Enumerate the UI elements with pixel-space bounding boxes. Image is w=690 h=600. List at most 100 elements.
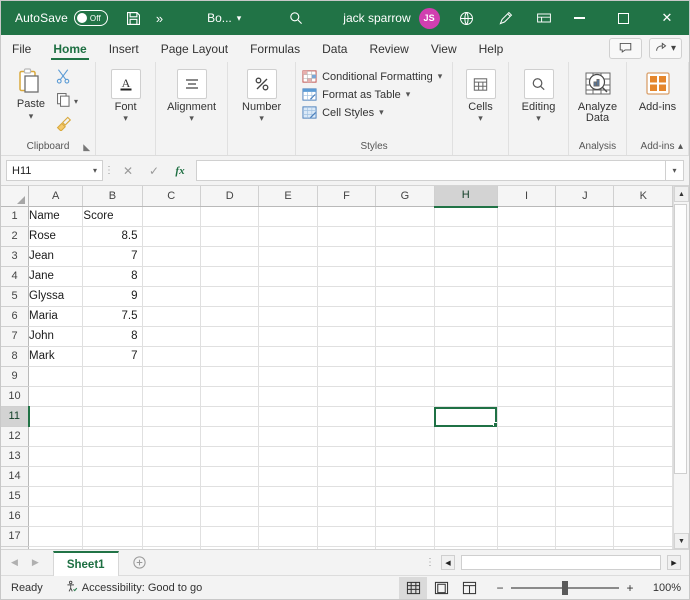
cell-J15[interactable] — [556, 487, 614, 507]
tab-page-layout[interactable]: Page Layout — [150, 35, 239, 62]
cell-G3[interactable] — [376, 247, 434, 267]
column-header-G[interactable]: G — [376, 186, 434, 207]
close-icon[interactable]: ✕ — [645, 1, 689, 35]
column-header-F[interactable]: F — [317, 186, 375, 207]
cell-C10[interactable] — [142, 387, 200, 407]
cell-H15[interactable] — [434, 487, 497, 507]
tab-formulas[interactable]: Formulas — [239, 35, 311, 62]
column-header-J[interactable]: J — [556, 186, 614, 207]
tab-insert[interactable]: Insert — [98, 35, 150, 62]
cell-I11[interactable] — [497, 407, 555, 427]
cell-F9[interactable] — [317, 367, 375, 387]
cell-D13[interactable] — [200, 447, 258, 467]
cell-G5[interactable] — [376, 287, 434, 307]
cell-F13[interactable] — [317, 447, 375, 467]
comments-button[interactable] — [609, 38, 642, 59]
cell-J10[interactable] — [556, 387, 614, 407]
vertical-scroll-thumb[interactable] — [674, 204, 687, 474]
cell-J8[interactable] — [556, 347, 614, 367]
cell-F12[interactable] — [317, 427, 375, 447]
sheet-tab-sheet1[interactable]: Sheet1 — [53, 551, 119, 576]
cell-A8[interactable]: Mark — [29, 347, 83, 367]
cell-G6[interactable] — [376, 307, 434, 327]
row-header-15[interactable]: 15 — [1, 487, 29, 507]
cell-G2[interactable] — [376, 227, 434, 247]
cell-D6[interactable] — [200, 307, 258, 327]
cell-C8[interactable] — [142, 347, 200, 367]
cell-A2[interactable]: Rose — [29, 227, 83, 247]
cell-E2[interactable] — [259, 227, 317, 247]
cell-J1[interactable] — [556, 207, 614, 227]
pen-icon[interactable] — [497, 10, 514, 27]
cell-H13[interactable] — [434, 447, 497, 467]
conditional-formatting-button[interactable]: Conditional Formatting ▾ — [302, 69, 442, 84]
cell-J5[interactable] — [556, 287, 614, 307]
cell-H2[interactable] — [434, 227, 497, 247]
tab-help[interactable]: Help — [468, 35, 515, 62]
document-name-menu[interactable]: Bo... ▾ — [207, 11, 241, 25]
triangle-right-icon[interactable]: ▶ — [667, 555, 681, 570]
column-header-K[interactable]: K — [614, 186, 673, 207]
vertical-scroll-track[interactable] — [674, 202, 689, 533]
cell-C2[interactable] — [142, 227, 200, 247]
cell-F10[interactable] — [317, 387, 375, 407]
zoom-control[interactable]: − + — [495, 581, 635, 595]
column-header-I[interactable]: I — [497, 186, 555, 207]
cell-A10[interactable] — [29, 387, 83, 407]
cell-A12[interactable] — [29, 427, 83, 447]
cell-H1[interactable] — [434, 207, 497, 227]
cell-E13[interactable] — [259, 447, 317, 467]
cell-I6[interactable] — [497, 307, 555, 327]
cell-H4[interactable] — [434, 267, 497, 287]
format-as-table-button[interactable]: Format as Table ▾ — [302, 87, 442, 102]
cell-J14[interactable] — [556, 467, 614, 487]
cell-B9[interactable] — [83, 367, 142, 387]
cell-E8[interactable] — [259, 347, 317, 367]
column-header-D[interactable]: D — [200, 186, 258, 207]
cell-G10[interactable] — [376, 387, 434, 407]
cell-A11[interactable] — [29, 407, 83, 427]
tab-view[interactable]: View — [420, 35, 468, 62]
cell-K11[interactable] — [614, 407, 673, 427]
cell-I13[interactable] — [497, 447, 555, 467]
chevron-left-icon[interactable]: ◀ — [11, 557, 18, 568]
cell-J11[interactable] — [556, 407, 614, 427]
cell-I9[interactable] — [497, 367, 555, 387]
cell-B3[interactable]: 7 — [83, 247, 142, 267]
column-header-H[interactable]: H — [434, 186, 497, 207]
row-header-13[interactable]: 13 — [1, 447, 29, 467]
chevron-right-icon[interactable]: ▶ — [32, 557, 39, 568]
cell-B14[interactable] — [83, 467, 142, 487]
cell-B17[interactable] — [83, 527, 142, 547]
analyze-data-button[interactable]: Analyze Data — [575, 67, 620, 124]
cell-A13[interactable] — [29, 447, 83, 467]
cell-E16[interactable] — [259, 507, 317, 527]
cell-H7[interactable] — [434, 327, 497, 347]
cell-K8[interactable] — [614, 347, 673, 367]
cell-F2[interactable] — [317, 227, 375, 247]
chevron-down-icon[interactable]: ▾ — [259, 114, 264, 123]
horizontal-scrollbar[interactable]: ◀ ▶ — [441, 555, 689, 570]
cell-D1[interactable] — [200, 207, 258, 227]
user-account[interactable]: jack sparrow JS — [343, 8, 439, 29]
cell-G17[interactable] — [376, 527, 434, 547]
cell-J2[interactable] — [556, 227, 614, 247]
cell-H14[interactable] — [434, 467, 497, 487]
cell-D12[interactable] — [200, 427, 258, 447]
cell-K9[interactable] — [614, 367, 673, 387]
zoom-slider[interactable] — [511, 581, 619, 595]
cell-G14[interactable] — [376, 467, 434, 487]
cell-J4[interactable] — [556, 267, 614, 287]
cell-C11[interactable] — [142, 407, 200, 427]
cell-F16[interactable] — [317, 507, 375, 527]
cell-E12[interactable] — [259, 427, 317, 447]
cell-B8[interactable]: 7 — [83, 347, 142, 367]
grid-cells[interactable]: A B C D E F G H I J K — [1, 186, 673, 549]
row-header-12[interactable]: 12 — [1, 427, 29, 447]
add-ins-button[interactable]: Add-ins — [633, 67, 682, 113]
cell-D3[interactable] — [200, 247, 258, 267]
cell-E15[interactable] — [259, 487, 317, 507]
cell-I12[interactable] — [497, 427, 555, 447]
cell-A14[interactable] — [29, 467, 83, 487]
cell-E7[interactable] — [259, 327, 317, 347]
